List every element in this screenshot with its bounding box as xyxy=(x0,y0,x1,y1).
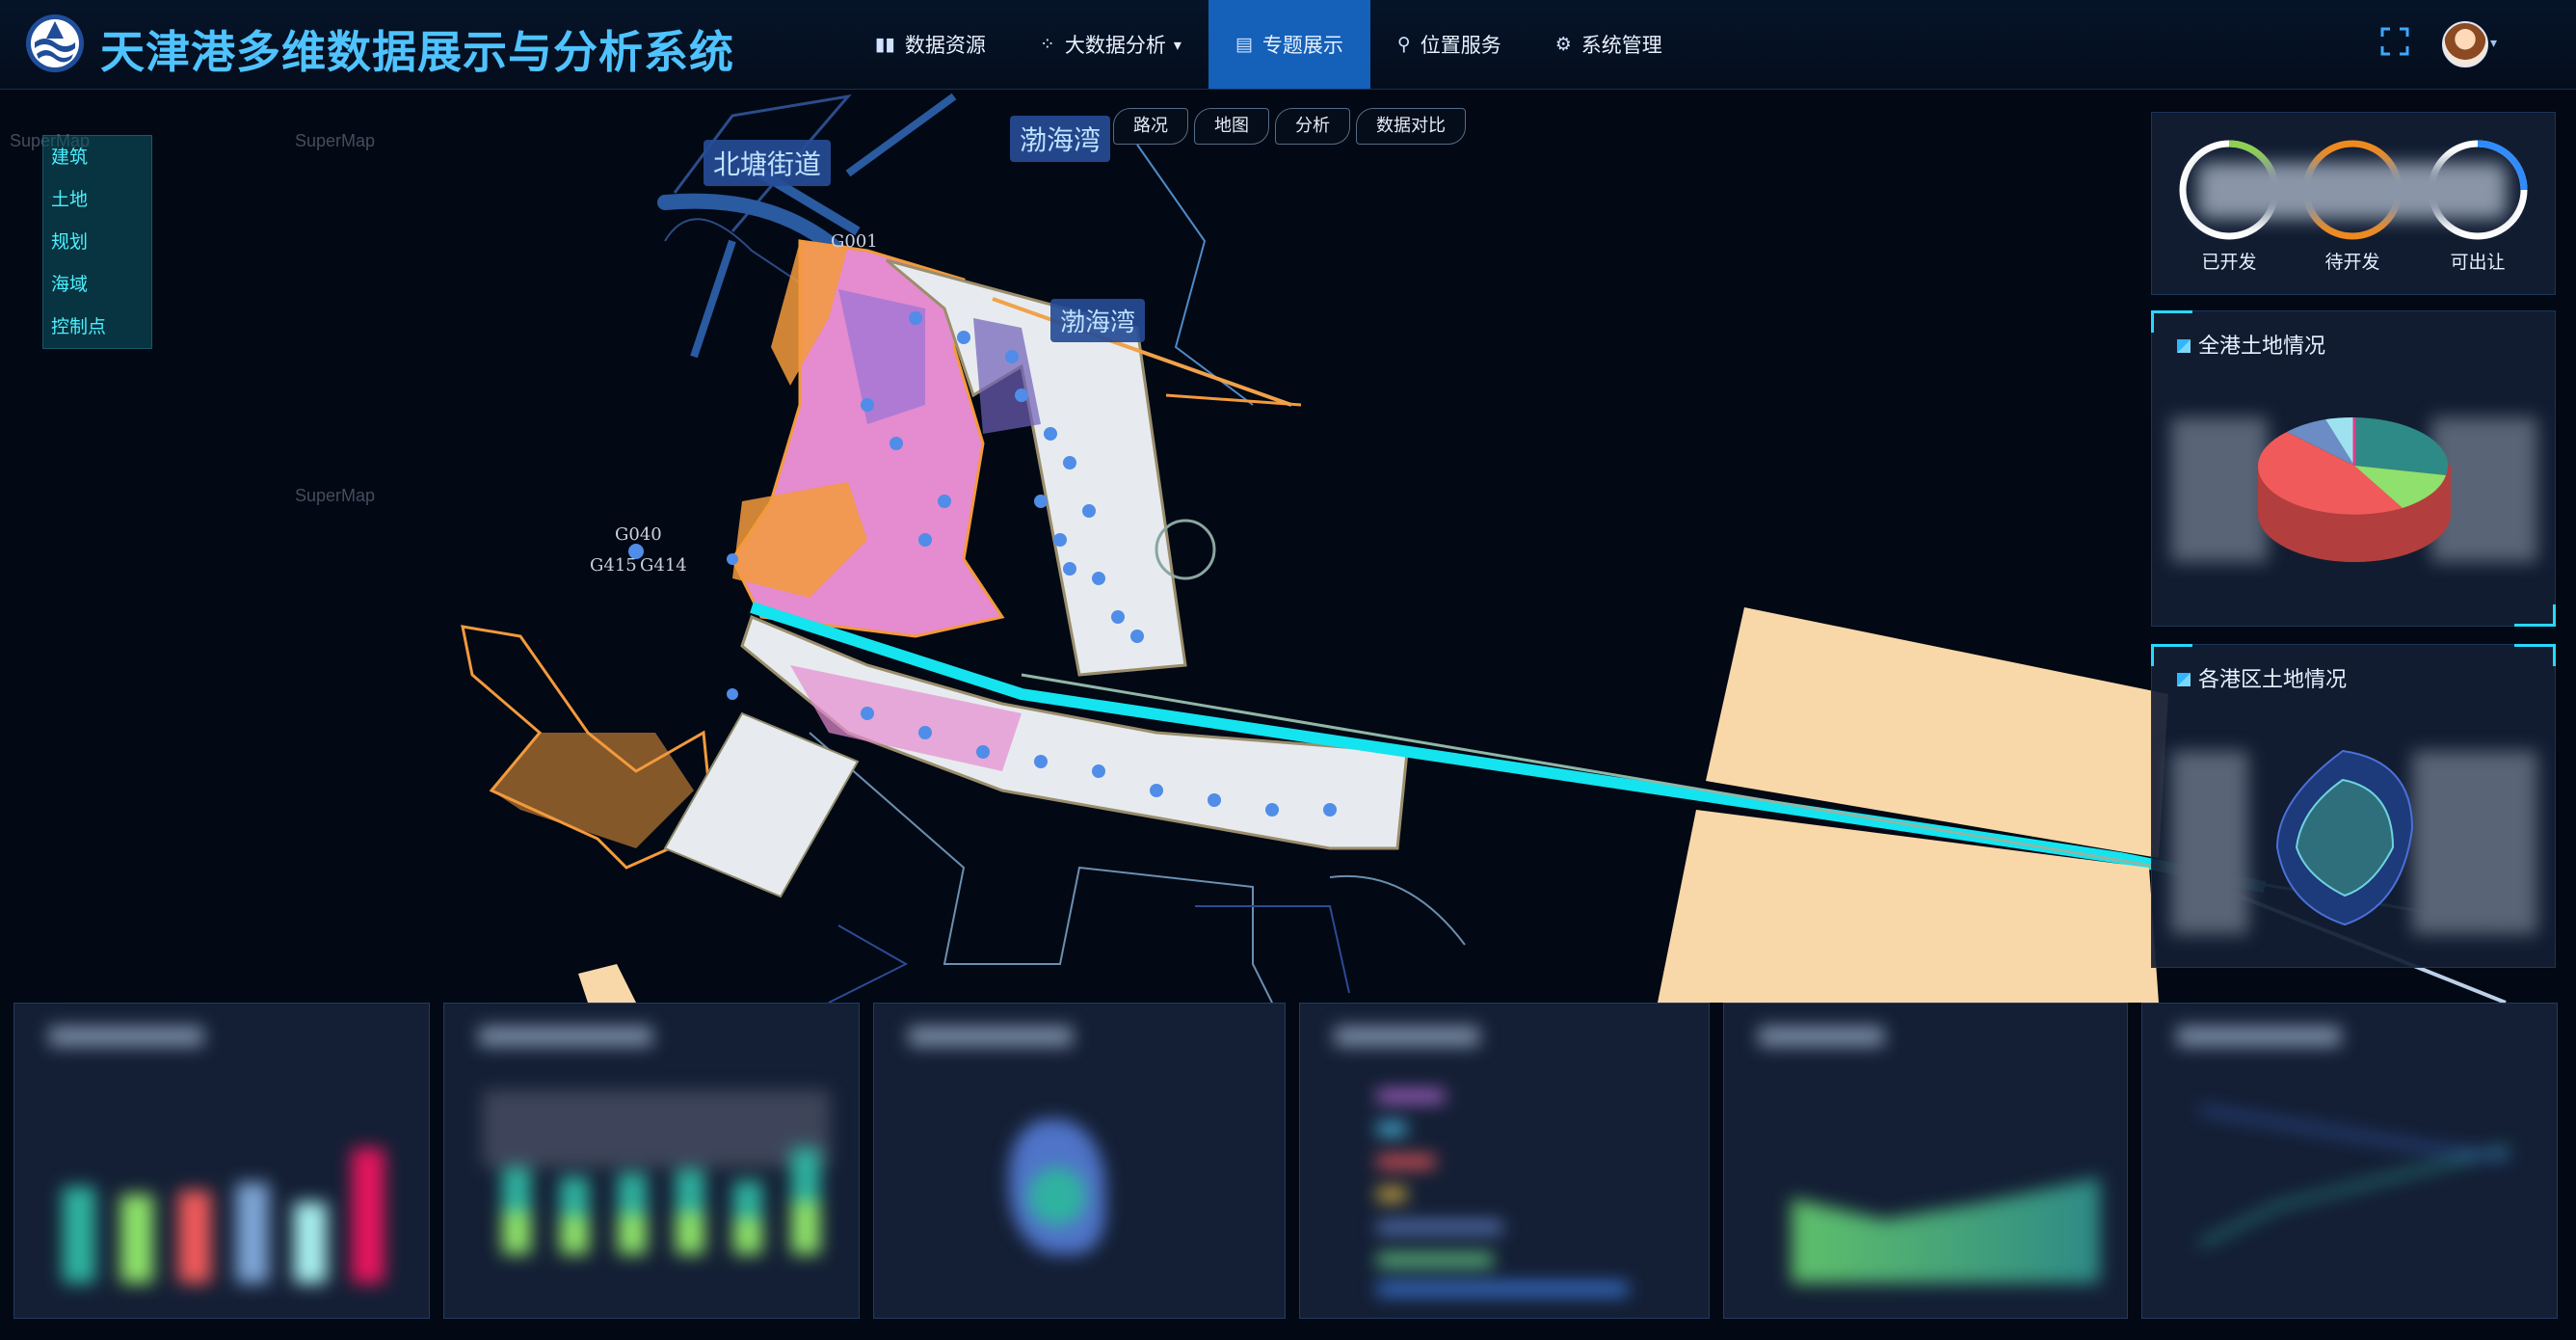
fullscreen-icon[interactable] xyxy=(2380,27,2409,56)
land-status-rings-panel: 已开发 待开发 可出让 xyxy=(2151,112,2556,295)
bottom-panel-1 xyxy=(13,1003,430,1319)
blurred-title xyxy=(2177,1027,2341,1046)
bottom-panel-5 xyxy=(1723,1003,2128,1319)
network-icon: ⁘ xyxy=(1039,34,1055,55)
map-code-label: G414 xyxy=(640,555,687,576)
panel-title: 全港土地情况 xyxy=(2177,329,2325,360)
shape-chart xyxy=(990,1110,1125,1273)
corner-decoration xyxy=(2514,644,2556,666)
tab-map[interactable]: 地图 xyxy=(1194,108,1269,145)
blurred-axis xyxy=(2171,751,2248,934)
layer-control-point[interactable]: 控制点 xyxy=(43,306,151,348)
nav-label: 大数据分析 xyxy=(1064,34,1166,57)
map-watermark: SuperMap xyxy=(295,131,376,150)
line-chart xyxy=(2199,1090,2528,1293)
user-avatar[interactable] xyxy=(2442,21,2488,67)
map-watermark: SuperMap xyxy=(295,486,376,505)
map-place-label: 北塘街道 xyxy=(704,140,832,186)
nav-system-management[interactable]: ⚙ 系统管理 xyxy=(1528,0,1689,89)
bar-chart xyxy=(63,1119,390,1283)
panel-title-text: 各港区土地情况 xyxy=(2198,668,2348,692)
nav-data-resources[interactable]: ▮▮ 数据资源 xyxy=(848,0,1013,89)
nav-label: 数据资源 xyxy=(904,34,986,57)
top-header: 天津港多维数据展示与分析系统 ▮▮ 数据资源 ⁘ 大数据分析 ▾ ▤ 专题展示 … xyxy=(0,0,2576,90)
corner-decoration xyxy=(2514,604,2556,627)
blurred-title xyxy=(909,1027,1073,1046)
tab-data-compare[interactable]: 数据对比 xyxy=(1356,108,1466,145)
district-land-panel: 各港区土地情况 xyxy=(2151,644,2556,968)
ring-label: 待开发 xyxy=(2324,252,2380,273)
nav-location-service[interactable]: ⚲ 位置服务 xyxy=(1370,0,1528,89)
main-nav: ▮▮ 数据资源 ⁘ 大数据分析 ▾ ▤ 专题展示 ⚲ 位置服务 ⚙ 系统管理 xyxy=(848,0,1689,89)
bottom-panel-4 xyxy=(1299,1003,1710,1319)
panel-title: 各港区土地情况 xyxy=(2177,662,2347,693)
map-place-label: 渤海湾 xyxy=(1050,299,1146,342)
nav-label: 位置服务 xyxy=(1420,34,1501,57)
land-pie-chart xyxy=(2257,416,2451,562)
layer-building[interactable]: 建筑 xyxy=(43,136,151,178)
map-code-label: G040 xyxy=(615,524,662,545)
blurred-title xyxy=(1759,1027,1884,1046)
nav-big-data-analysis[interactable]: ⁘ 大数据分析 ▾ xyxy=(1013,0,1208,89)
tab-analysis[interactable]: 分析 xyxy=(1275,108,1350,145)
area-chart xyxy=(1792,1119,2100,1283)
panel-title-text: 全港土地情况 xyxy=(2198,335,2326,359)
port-logo-icon xyxy=(26,14,84,72)
blurred-title xyxy=(49,1027,203,1046)
district-radar-chart xyxy=(2275,749,2414,926)
layer-planning[interactable]: 规划 xyxy=(43,221,151,263)
nav-label: 系统管理 xyxy=(1580,34,1662,57)
nav-thematic-display[interactable]: ▤ 专题展示 xyxy=(1208,0,1370,89)
map-code-label: G001 xyxy=(831,231,878,252)
layer-list: 建筑 土地 规划 海域 控制点 xyxy=(42,135,152,349)
stacked-bar-chart xyxy=(483,1090,830,1283)
nav-label: 专题展示 xyxy=(1261,34,1343,57)
app-title: 天津港多维数据展示与分析系统 xyxy=(100,26,734,78)
map-mode-tabs: 路况 地图 分析 数据对比 xyxy=(1113,108,1472,145)
blurred-title xyxy=(479,1027,652,1046)
document-icon: ▤ xyxy=(1235,34,1253,55)
layer-land[interactable]: 土地 xyxy=(43,178,151,221)
title-mark-icon xyxy=(2177,673,2191,686)
tab-traffic[interactable]: 路况 xyxy=(1113,108,1188,145)
bottom-panel-2 xyxy=(443,1003,860,1319)
location-pin-icon: ⚲ xyxy=(1396,34,1411,55)
layer-sea-area[interactable]: 海域 xyxy=(43,263,151,306)
blurred-title xyxy=(1335,1027,1479,1046)
gear-icon: ⚙ xyxy=(1554,34,1572,55)
caret-down-icon[interactable]: ▾ xyxy=(2490,35,2497,51)
chevron-down-icon: ▾ xyxy=(1173,35,1182,54)
title-mark-icon xyxy=(2177,339,2191,353)
ring-label: 已开发 xyxy=(2201,252,2257,273)
bottom-panel-3 xyxy=(873,1003,1286,1319)
horizontal-bar-chart xyxy=(1377,1090,1686,1295)
ring-label: 可出让 xyxy=(2450,252,2506,273)
blurred-values xyxy=(2198,163,2507,219)
bar-chart-icon: ▮▮ xyxy=(875,34,895,55)
bottom-panel-6 xyxy=(2141,1003,2558,1319)
map-code-label: G415 xyxy=(590,555,637,576)
map-place-label: 渤海湾 xyxy=(1010,116,1111,162)
land-overview-panel: 全港土地情况 xyxy=(2151,310,2556,627)
